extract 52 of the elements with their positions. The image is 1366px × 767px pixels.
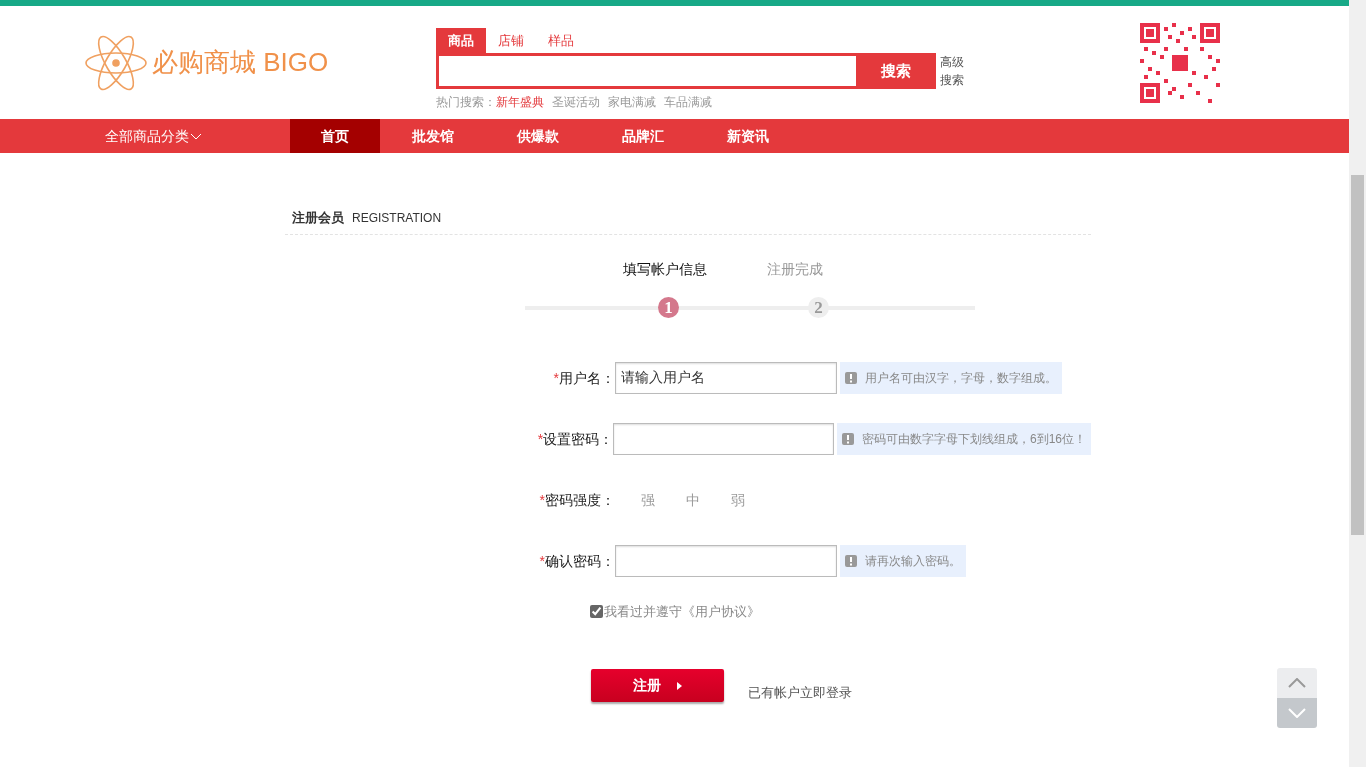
search-field[interactable] (436, 53, 856, 90)
field-hint: 密码可由数字字母下划线组成，6到16位！ (861, 431, 1086, 448)
agreement-checkbox[interactable] (590, 604, 603, 618)
scrollbar[interactable] (1349, 0, 1366, 767)
strength-level: 弱 (731, 490, 745, 510)
agreement-text: 我看过并遵守《用户协议》 (604, 602, 760, 621)
hot-search-link[interactable]: 车品满减 (664, 93, 712, 112)
register-button[interactable]: 注册 (591, 669, 724, 702)
chevron-down-icon (1288, 708, 1306, 718)
caret-icon (190, 132, 202, 140)
step-label: 填写帐户信息 (622, 259, 708, 279)
logo-text[interactable]: 必购商城 BIGO (152, 43, 329, 82)
field-label: *用户名： (552, 368, 615, 388)
field-hint: 请再次输入密码。 (865, 553, 961, 570)
caret-right-icon (677, 681, 682, 690)
scroll-down-button[interactable] (1277, 698, 1317, 728)
input-field[interactable]: 请输入用户名 (615, 362, 837, 394)
hot-search-link[interactable]: 圣诞活动 (552, 93, 600, 112)
exclamation-icon (845, 555, 857, 567)
category-menu[interactable]: 全部商品分类 (0, 125, 290, 147)
input-field[interactable] (613, 423, 834, 455)
nav-link[interactable]: 新资讯 (695, 119, 800, 153)
nav-link[interactable]: 首页 (290, 119, 380, 153)
step-label: 注册完成 (766, 259, 824, 279)
chevron-up-icon (1288, 678, 1306, 688)
field-label: *密码强度： (538, 490, 615, 510)
search-tab[interactable]: 店铺 (486, 27, 536, 54)
search-button[interactable]: 搜索 (856, 53, 936, 90)
field-label: *设置密码： (536, 429, 614, 449)
field-hint: 用户名可由汉字，字母，数字组成。 (865, 370, 1057, 387)
qr-code-icon (1140, 22, 1220, 103)
strength-level: 中 (686, 490, 700, 510)
hot-search-label: 热门搜索： (436, 94, 496, 112)
step-number: 2 (808, 296, 829, 318)
advanced-search-link[interactable]: 高级搜索 (940, 53, 968, 90)
search-tab[interactable]: 样品 (536, 27, 586, 54)
field-label: *确认密码： (538, 551, 615, 571)
strength-level: 强 (641, 490, 655, 510)
section-subtitle: REGISTRATION (352, 210, 442, 227)
hot-search-link[interactable]: 家电满减 (608, 93, 656, 112)
step-number: 1 (658, 296, 679, 318)
section-title: 注册会员 (292, 209, 344, 227)
login-link[interactable]: 已有帐户立即登录 (748, 682, 852, 702)
scroll-up-button[interactable] (1277, 668, 1317, 698)
search-tab[interactable]: 商品 (436, 27, 486, 54)
nav-link[interactable]: 批发馆 (380, 119, 485, 153)
nav-link[interactable]: 品牌汇 (590, 119, 695, 153)
hot-search-link[interactable]: 新年盛典 (496, 93, 544, 112)
exclamation-icon (845, 372, 857, 384)
input-field[interactable] (615, 545, 837, 577)
exclamation-icon (841, 433, 854, 445)
nav-link[interactable]: 供爆款 (485, 119, 590, 153)
